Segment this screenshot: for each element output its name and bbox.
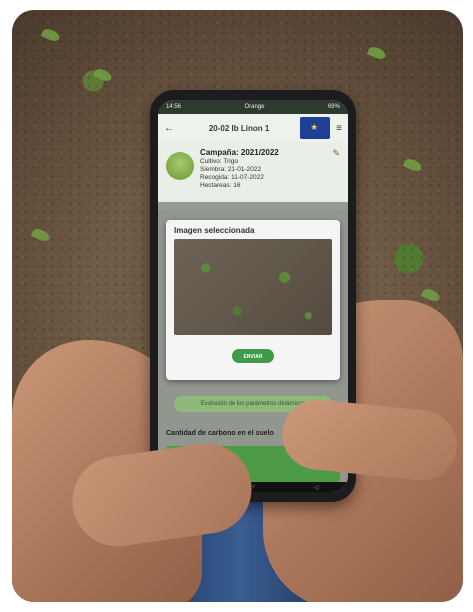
campaign-crop: Cultivo: Trigo [200, 158, 238, 165]
eu-flag-icon [300, 117, 331, 139]
carbon-section-label: Cantidad de carbono en el suelo [166, 430, 274, 437]
image-dialog: Imagen seleccionada ENVIAR [166, 220, 340, 380]
campaign-hectares: Hectareas: 16 [200, 182, 241, 190]
crop-avatar [166, 152, 194, 180]
campaign-card: Campaña: 2021/2022 Cultivo: Trigo Siembr… [158, 142, 348, 210]
nav-home-icon[interactable]: ○ [252, 484, 256, 490]
campaign-sowing: Siembra: 21-01-2022 [200, 166, 262, 174]
selected-image-preview [174, 239, 332, 335]
header-title: 20-02 Ib Linon 1 [208, 123, 270, 133]
back-arrow-icon[interactable]: ← [164, 123, 178, 134]
nav-back-icon[interactable]: ◁ [314, 484, 319, 491]
status-bar: 14:56 Orange 69% [158, 100, 348, 114]
campaign-harvest: Recogida: 11-07-2022 [200, 174, 264, 182]
campaign-title: Campaña: 2021/2022 [200, 148, 279, 157]
menu-icon[interactable]: ≡ [336, 123, 342, 134]
status-time: 14:56 [166, 104, 182, 110]
photo-background: 14:56 Orange 69% ← 20-02 Ib Linon 1 ≡ Ca… [12, 10, 463, 602]
send-button[interactable]: ENVIAR [232, 349, 274, 363]
campaign-details: Campaña: 2021/2022 Cultivo: Trigo Siembr… [200, 148, 279, 204]
status-carrier: Orange [244, 104, 265, 110]
app-header: ← 20-02 Ib Linon 1 ≡ [158, 114, 348, 142]
edit-pencil-icon[interactable]: ✎ [332, 148, 340, 204]
status-battery: 69% [327, 104, 340, 110]
dialog-title: Imagen seleccionada [174, 226, 255, 235]
